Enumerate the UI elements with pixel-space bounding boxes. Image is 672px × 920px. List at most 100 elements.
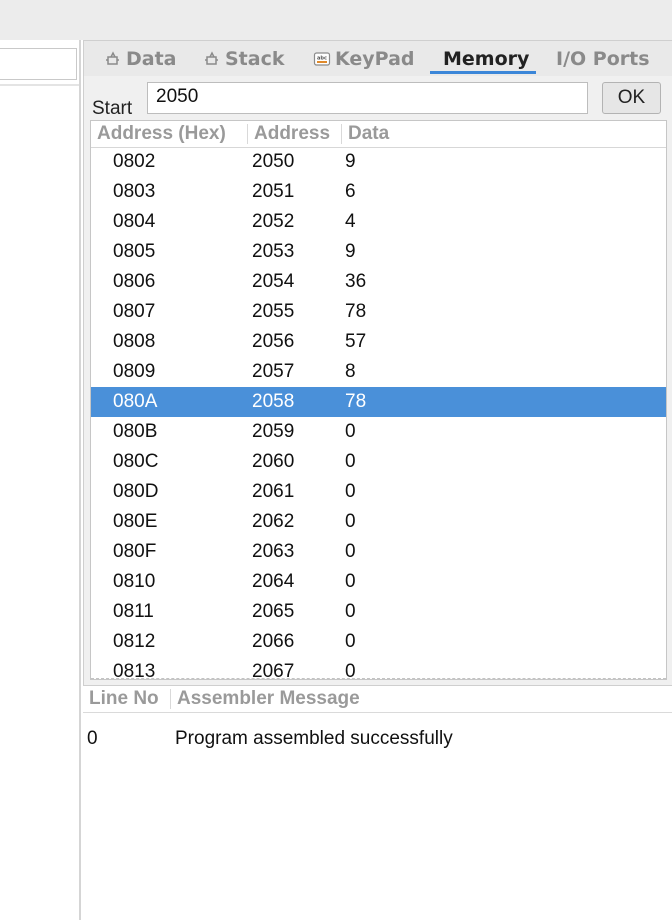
title-bar <box>0 0 672 40</box>
keypad-icon: abc <box>313 50 331 68</box>
data-cell: 78 <box>345 391 367 412</box>
tab-stack[interactable]: Stack <box>203 41 285 77</box>
address-hex-cell: 0803 <box>113 181 156 202</box>
memory-rows: 0802 2050 9 0803 2051 6 0804 2052 4 0805 2053 9 0806… <box>91 147 666 680</box>
chip-icon <box>104 50 122 68</box>
editor-pane[interactable] <box>0 40 81 920</box>
address-cell: 2058 <box>252 391 295 412</box>
address-cell: 2060 <box>252 451 295 472</box>
address-hex-cell: 080C <box>113 451 159 472</box>
assembler-message: Program assembled successfully <box>175 728 453 749</box>
address-hex-cell: 080B <box>113 421 158 442</box>
memory-table[interactable]: Address (Hex) Address Data 0802 2050 9 0803… <box>90 120 667 680</box>
data-cell: 0 <box>345 571 356 592</box>
tab-label: Data <box>126 48 177 70</box>
chip-icon <box>203 50 221 68</box>
address-cell: 2059 <box>252 421 295 442</box>
column-header-line-no[interactable]: Line No <box>89 686 159 712</box>
memory-panel: Start 2050 OK Address (Hex) Address Data… <box>83 76 672 686</box>
memory-row[interactable]: 0804 2052 4 <box>91 207 666 237</box>
address-cell: 2067 <box>252 661 295 680</box>
tab-data[interactable]: Data <box>104 41 177 77</box>
address-hex-cell: 0811 <box>113 601 154 622</box>
memory-row[interactable]: 080C 2060 0 <box>91 447 666 477</box>
address-hex-cell: 0804 <box>113 211 156 232</box>
column-header-address[interactable]: Address <box>254 121 330 147</box>
tab-io-ports[interactable]: I/O Ports <box>556 41 650 77</box>
tab-keypad[interactable]: abc KeyPad <box>313 41 415 77</box>
table-bottom-edge <box>91 678 666 679</box>
data-cell: 0 <box>345 451 356 472</box>
address-cell: 2057 <box>252 361 295 382</box>
memory-table-header: Address (Hex) Address Data <box>91 121 666 148</box>
memory-row[interactable]: 0811 2065 0 <box>91 597 666 627</box>
data-cell: 0 <box>345 601 356 622</box>
memory-row[interactable]: 0806 2054 36 <box>91 267 666 297</box>
address-hex-cell: 0805 <box>113 241 156 262</box>
message-row[interactable]: 0 Program assembled successfully <box>83 724 672 754</box>
memory-row[interactable]: 0813 2067 0 <box>91 657 666 680</box>
address-hex-cell: 0807 <box>113 301 156 322</box>
address-hex-cell: 080E <box>113 511 158 532</box>
tab-bar: Data Stack abc KeyPad Memory I/O Ports <box>83 40 672 76</box>
address-cell: 2053 <box>252 241 295 262</box>
tab-label: Stack <box>225 48 285 70</box>
memory-row[interactable]: 0807 2055 78 <box>91 297 666 327</box>
data-cell: 57 <box>345 331 367 352</box>
memory-row[interactable]: 0810 2064 0 <box>91 567 666 597</box>
address-cell: 2066 <box>252 631 295 652</box>
memory-row[interactable]: 0803 2051 6 <box>91 177 666 207</box>
memory-row[interactable]: 080B 2059 0 <box>91 417 666 447</box>
address-hex-cell: 0802 <box>113 151 156 172</box>
data-cell: 9 <box>345 241 356 262</box>
memory-row[interactable]: 0802 2050 9 <box>91 147 666 177</box>
svg-text:abc: abc <box>317 56 327 62</box>
ok-button[interactable]: OK <box>602 82 661 114</box>
assembler-message-panel: Line No Assembler Message 0 Program asse… <box>83 686 672 920</box>
address-cell: 2051 <box>252 181 295 202</box>
left-divider <box>0 84 79 86</box>
data-cell: 0 <box>345 421 356 442</box>
address-cell: 2056 <box>252 331 295 352</box>
column-divider[interactable] <box>247 124 248 144</box>
memory-row[interactable]: 080E 2062 0 <box>91 507 666 537</box>
address-hex-cell: 0809 <box>113 361 156 382</box>
data-cell: 9 <box>345 151 356 172</box>
column-header-address-hex[interactable]: Address (Hex) <box>97 121 226 147</box>
address-cell: 2055 <box>252 301 295 322</box>
memory-row[interactable]: 080F 2063 0 <box>91 537 666 567</box>
address-hex-cell: 0808 <box>113 331 156 352</box>
memory-row[interactable]: 080D 2061 0 <box>91 477 666 507</box>
data-cell: 36 <box>345 271 367 292</box>
address-hex-cell: 080F <box>113 541 157 562</box>
column-header-assembler-message[interactable]: Assembler Message <box>177 686 360 712</box>
address-cell: 2054 <box>252 271 295 292</box>
address-cell: 2052 <box>252 211 295 232</box>
memory-row[interactable]: 0805 2053 9 <box>91 237 666 267</box>
left-input-field[interactable] <box>0 48 77 80</box>
column-divider[interactable] <box>170 689 171 709</box>
column-header-data[interactable]: Data <box>348 121 389 147</box>
start-address-input[interactable]: 2050 <box>147 82 588 114</box>
data-cell: 0 <box>345 631 356 652</box>
memory-row[interactable]: 0812 2066 0 <box>91 627 666 657</box>
data-cell: 78 <box>345 301 367 322</box>
address-cell: 2064 <box>252 571 295 592</box>
memory-row[interactable]: 0809 2057 8 <box>91 357 666 387</box>
tab-label: KeyPad <box>335 48 415 70</box>
tab-label: Memory <box>443 48 530 70</box>
address-hex-cell: 0810 <box>113 571 156 592</box>
address-cell: 2065 <box>252 601 295 622</box>
address-hex-cell: 0806 <box>113 271 156 292</box>
address-hex-cell: 0813 <box>113 661 156 680</box>
memory-row[interactable]: 0808 2056 57 <box>91 327 666 357</box>
tab-label: I/O Ports <box>556 48 650 70</box>
address-hex-cell: 0812 <box>113 631 156 652</box>
column-divider[interactable] <box>341 124 342 144</box>
address-cell: 2063 <box>252 541 295 562</box>
message-table-header: Line No Assembler Message <box>83 686 672 713</box>
address-cell: 2062 <box>252 511 295 532</box>
memory-row-selected[interactable]: 080A 2058 78 <box>91 387 666 417</box>
data-cell: 8 <box>345 361 356 382</box>
data-cell: 0 <box>345 541 356 562</box>
